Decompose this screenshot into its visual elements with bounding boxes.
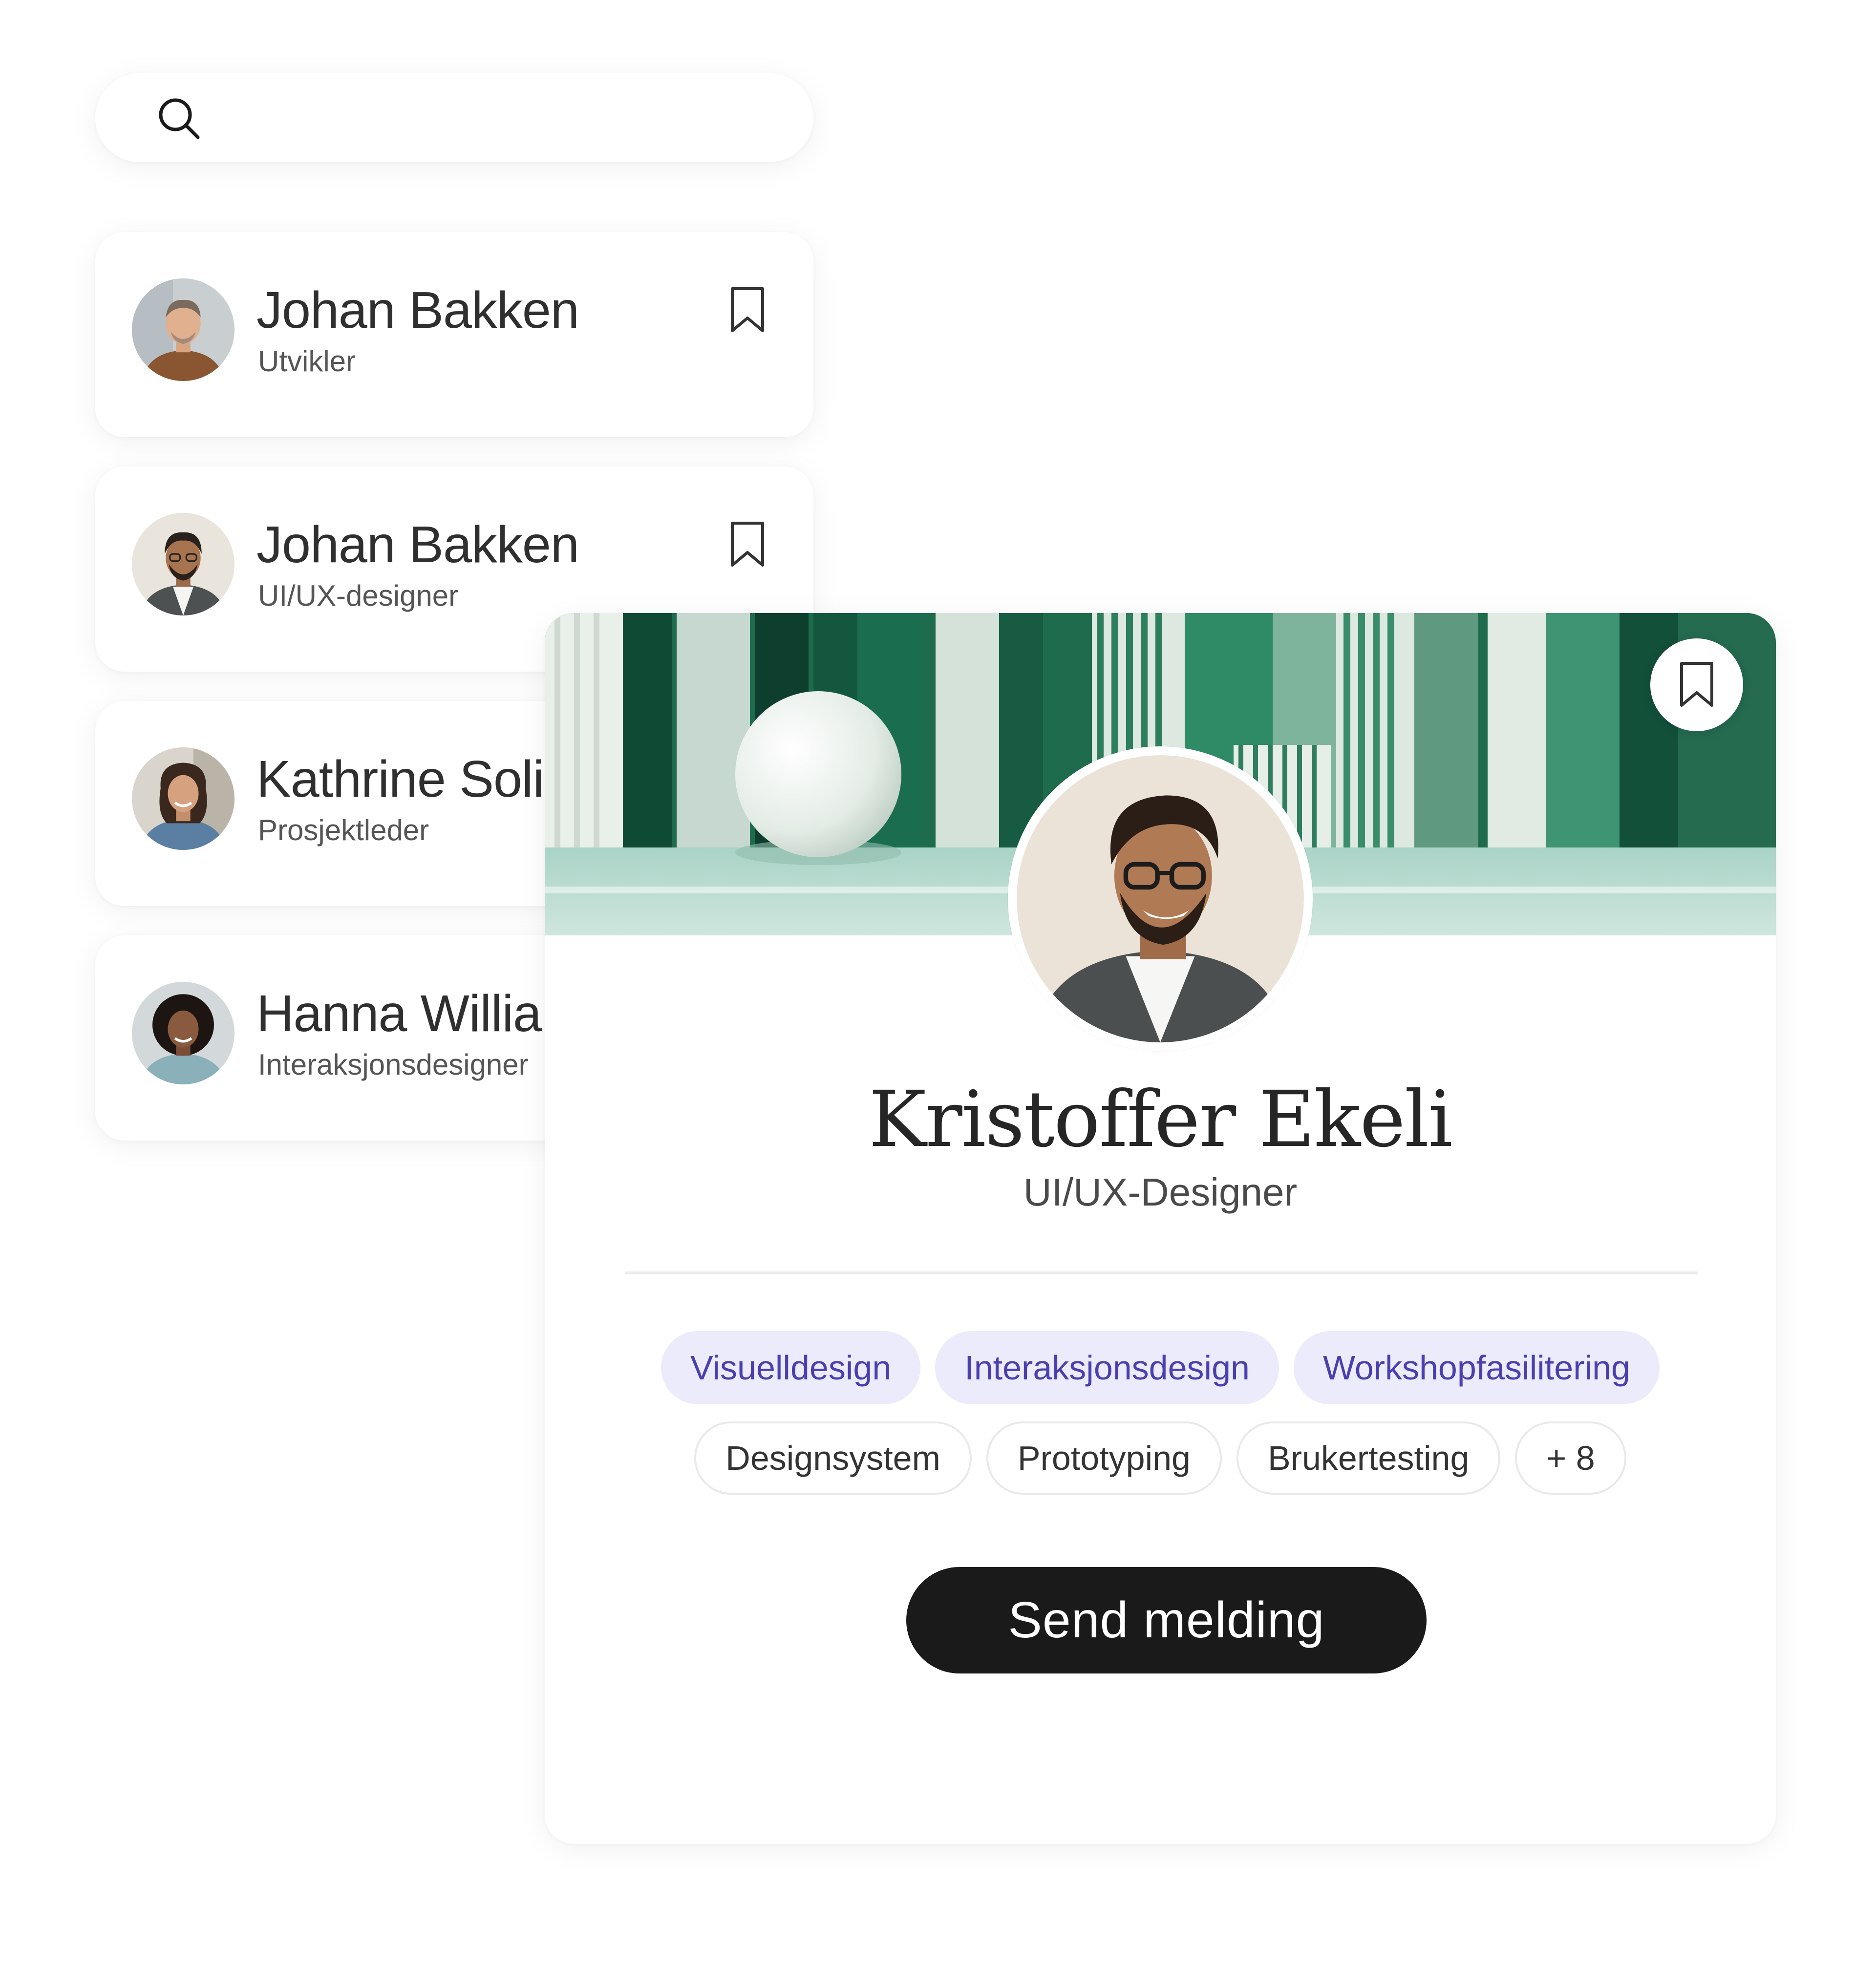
person-role: UI/UX-designer — [258, 579, 459, 612]
avatar — [132, 278, 234, 381]
person-name: Johan Bakken — [256, 516, 579, 573]
avatar — [132, 747, 234, 850]
search-input[interactable] — [222, 93, 774, 143]
search-icon[interactable] — [154, 93, 203, 142]
avatar — [132, 982, 234, 1084]
person-role: Prosjektleder — [258, 814, 429, 847]
skill-tag[interactable]: Brukertesting — [1236, 1421, 1501, 1495]
avatar — [132, 513, 234, 615]
person-card[interactable]: Johan Bakken Utvikler — [95, 232, 813, 437]
primary-tags: Visuelldesign Interaksjonsdesign Worksho… — [545, 1331, 1776, 1404]
bookmark-icon[interactable] — [725, 286, 769, 335]
save-profile-button[interactable] — [1650, 638, 1743, 731]
profile-avatar — [1008, 746, 1313, 1051]
skill-tag[interactable]: Visuelldesign — [661, 1331, 921, 1404]
skill-tag[interactable]: Workshopfasilitering — [1293, 1331, 1660, 1404]
send-message-button[interactable]: Send melding — [906, 1567, 1427, 1673]
skill-tag[interactable]: Designsystem — [694, 1421, 972, 1495]
person-role: Utvikler — [258, 345, 356, 378]
profile-name: Kristoffer Ekeli — [869, 1075, 1453, 1164]
person-role: Interaksjonsdesigner — [258, 1048, 529, 1081]
person-name: Kathrine Soli — [256, 750, 544, 808]
profile-card: Kristoffer Ekeli UI/UX-Designer Visuelld… — [545, 613, 1776, 1844]
divider — [625, 1271, 1698, 1274]
bookmark-icon[interactable] — [725, 520, 769, 569]
bookmark-icon — [1680, 662, 1713, 707]
more-tags-button[interactable]: + 8 — [1515, 1421, 1626, 1495]
skill-tag[interactable]: Prototyping — [986, 1421, 1222, 1495]
person-name: Johan Bakken — [256, 281, 579, 339]
secondary-tags: Designsystem Prototyping Brukertesting +… — [545, 1421, 1776, 1495]
search-bar[interactable] — [95, 73, 813, 162]
skill-tag[interactable]: Interaksjonsdesign — [935, 1331, 1279, 1404]
profile-title: UI/UX-Designer — [1023, 1170, 1298, 1214]
